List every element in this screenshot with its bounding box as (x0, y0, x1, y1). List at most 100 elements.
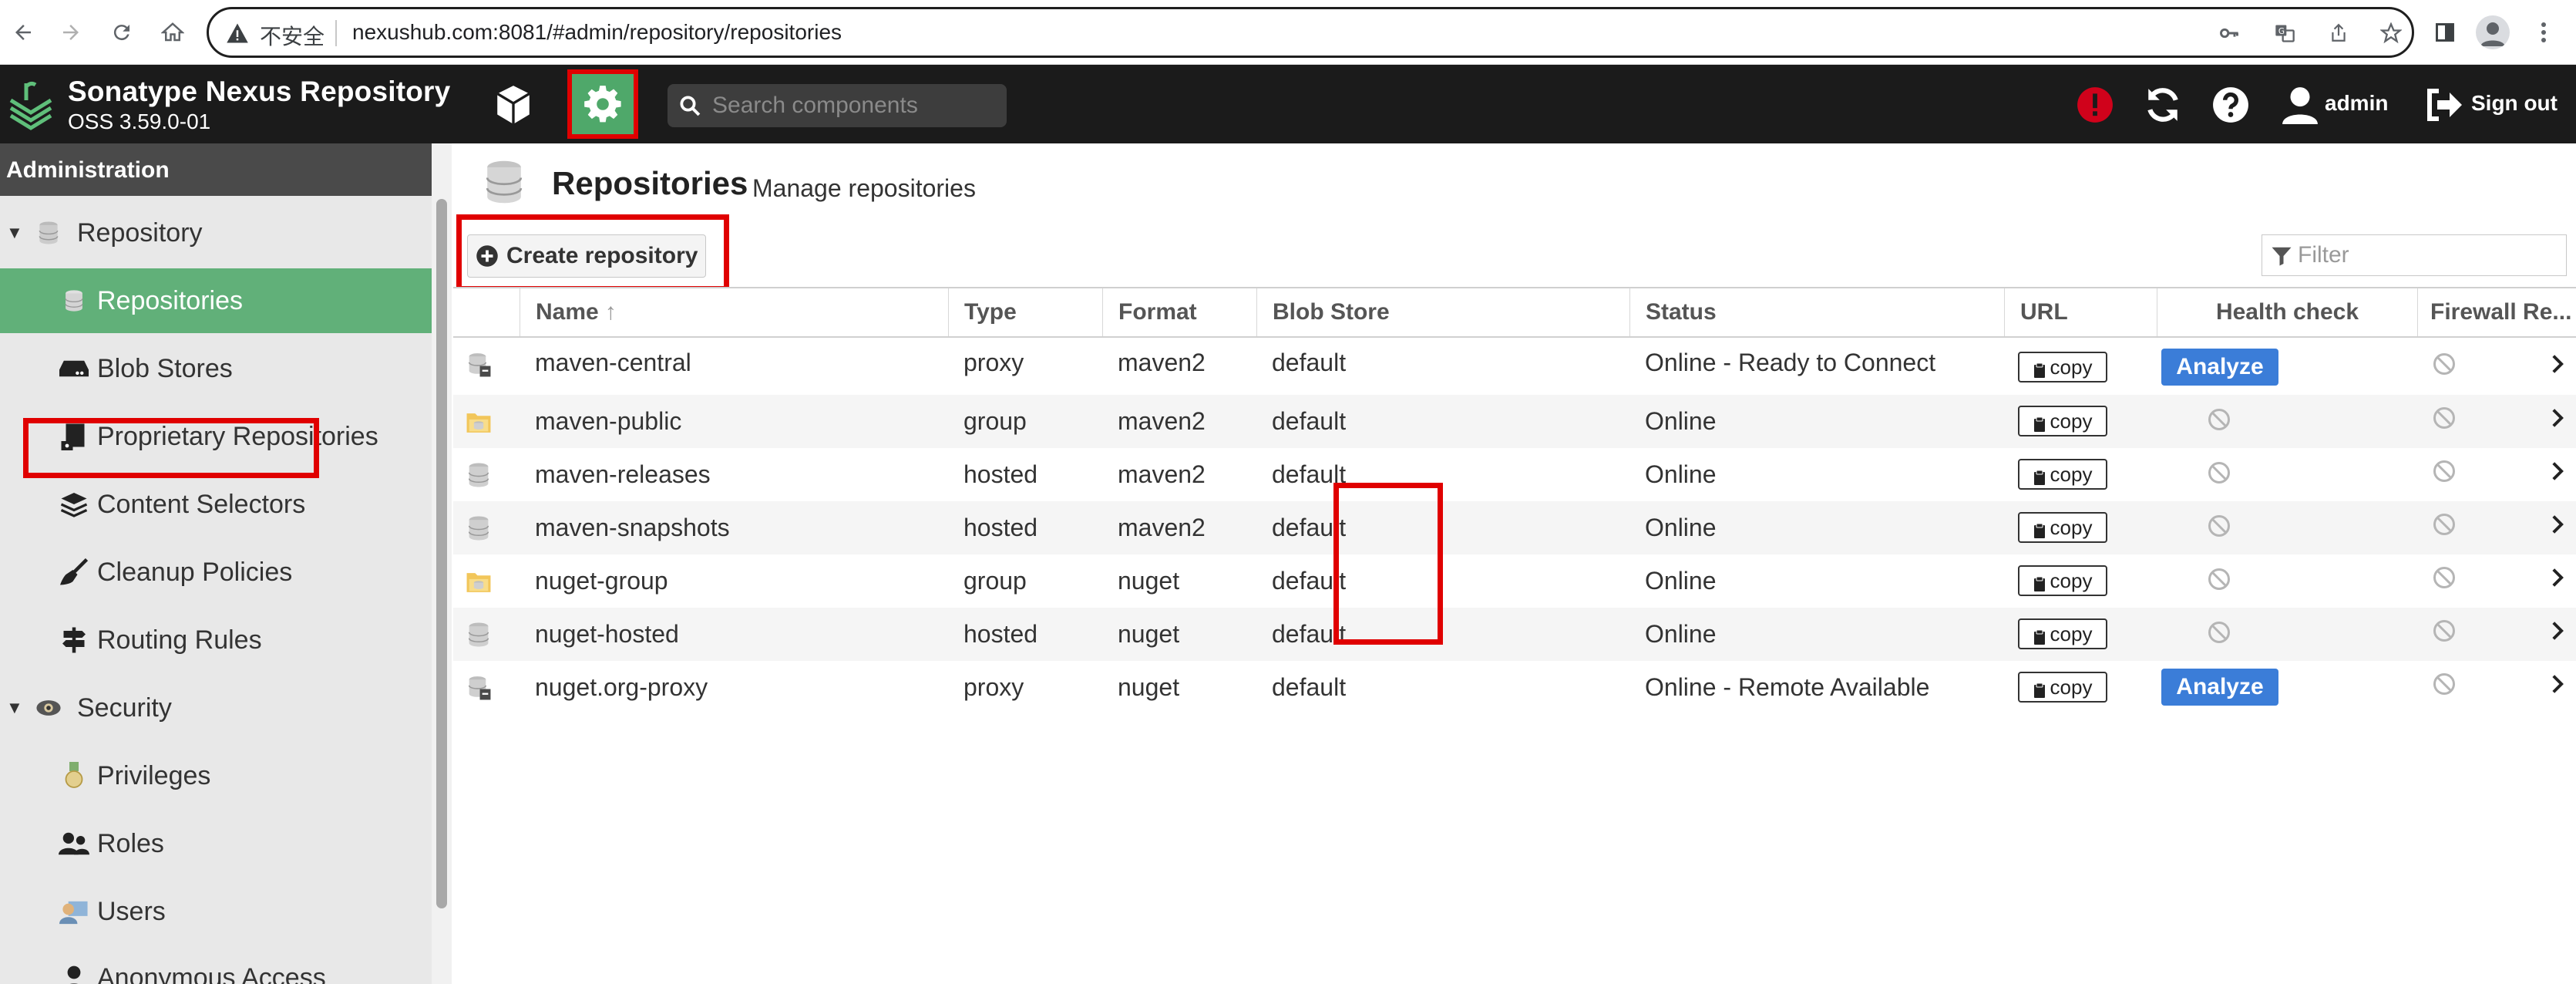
sidebar-item-users[interactable]: Users (0, 879, 432, 944)
caret-down-icon[interactable]: ▼ (6, 223, 23, 243)
sidebar-group-security[interactable]: ▼ Security (0, 677, 432, 739)
warning-icon[interactable] (226, 22, 249, 44)
sign-out-button[interactable]: Sign out (2471, 91, 2558, 116)
browse-cube-icon[interactable] (484, 80, 543, 130)
alert-icon[interactable] (2072, 82, 2118, 128)
user-icon[interactable] (2277, 82, 2323, 128)
header-icon-column (453, 288, 520, 336)
table-row[interactable]: nuget-hosted hosted nuget default Online copy (453, 608, 2576, 661)
help-icon[interactable] (2208, 82, 2254, 128)
address-bar[interactable]: 不安全 nexushub.com:8081/#admin/repository/… (207, 7, 2414, 58)
url-text[interactable]: nexushub.com:8081/#admin/repository/repo… (352, 20, 842, 45)
sidebar-item-routing-rules[interactable]: Routing Rules (0, 608, 432, 672)
repo-name-cell: maven-central (535, 348, 691, 376)
table-row[interactable]: maven-snapshots hosted maven2 default Online… (453, 501, 2576, 554)
repo-status-cell: Online (1645, 407, 1717, 435)
nexus-logo-icon[interactable] (6, 77, 55, 133)
key-icon[interactable] (2216, 20, 2242, 46)
refresh-icon[interactable] (2140, 82, 2186, 128)
reload-icon[interactable] (100, 11, 143, 54)
signpost-icon (59, 625, 89, 655)
admin-sidebar: Administration ▼ Repository Repositories… (0, 143, 432, 984)
chevron-right-icon[interactable] (2551, 568, 2570, 591)
sidebar-title: Administration (0, 143, 432, 196)
side-panel-icon[interactable] (2426, 14, 2463, 51)
copy-url-button[interactable]: copy (2018, 565, 2107, 596)
sidebar-item-cleanup-policies[interactable]: Cleanup Policies (0, 540, 432, 605)
brand-name: Sonatype Nexus Repository (68, 76, 451, 107)
repo-format-cell: maven2 (1118, 460, 1206, 488)
chevron-right-icon[interactable] (2551, 621, 2570, 644)
repo-status-cell: Online (1645, 620, 1717, 648)
sidebar-item-content-selectors[interactable]: Content Selectors (0, 472, 432, 537)
bookmark-star-icon[interactable] (2378, 20, 2404, 46)
table-row[interactable]: maven-central proxy maven2 default Online - … (453, 338, 2576, 395)
column-header-health-check[interactable]: Health check (2157, 288, 2417, 336)
profile-avatar-icon[interactable] (2476, 15, 2510, 49)
column-header-name[interactable]: Name ↑ (520, 288, 948, 336)
copy-url-button[interactable]: copy (2018, 406, 2107, 436)
chevron-right-icon[interactable] (2551, 354, 2570, 377)
create-repository-button[interactable]: Create repository (467, 234, 706, 278)
sidebar-scrollbar-thumb[interactable] (436, 199, 447, 908)
repo-name-cell: nuget-group (535, 567, 668, 595)
copy-label: copy (2050, 675, 2093, 699)
share-icon[interactable] (2325, 20, 2352, 46)
repo-status-cell: Online (1645, 460, 1717, 488)
copy-url-button[interactable]: copy (2018, 618, 2107, 649)
analyze-button[interactable]: Analyze (2161, 669, 2278, 706)
translate-icon[interactable]: G (2272, 20, 2298, 46)
column-header-label: Firewall Re... (2430, 299, 2572, 325)
clipboard-icon (2033, 573, 2046, 591)
back-arrow-icon[interactable] (2, 11, 45, 54)
table-row[interactable]: maven-public group maven2 default Online copy (453, 395, 2576, 448)
repo-type-cell: hosted (963, 620, 1038, 648)
search-box[interactable] (668, 84, 1007, 127)
chevron-right-icon[interactable] (2551, 674, 2570, 697)
sidebar-group-repository[interactable]: ▼ Repository (0, 202, 432, 264)
chevron-right-icon[interactable] (2551, 408, 2570, 431)
column-header-format[interactable]: Format (1102, 288, 1256, 336)
sort-ascending-icon[interactable]: ↑ (605, 299, 617, 325)
hosted-repository-icon (466, 515, 492, 541)
copy-label: copy (2050, 409, 2093, 433)
column-header-firewall[interactable]: Firewall Re... (2417, 288, 2576, 336)
column-header-label: Blob Store (1273, 299, 1390, 325)
chevron-right-icon[interactable] (2551, 461, 2570, 484)
copy-url-button[interactable]: copy (2018, 672, 2107, 703)
sidebar-item-repositories[interactable]: Repositories (0, 268, 432, 333)
sign-out-icon[interactable] (2420, 82, 2467, 128)
column-header-type[interactable]: Type (948, 288, 1102, 336)
search-input[interactable] (711, 90, 996, 121)
clipboard-icon (2033, 520, 2046, 538)
sidebar-item-roles[interactable]: Roles (0, 811, 432, 876)
copy-label: copy (2050, 622, 2093, 645)
sidebar-item-anonymous-access[interactable]: Anonymous Access (0, 945, 432, 984)
chevron-right-icon[interactable] (2551, 514, 2570, 537)
table-row[interactable]: nuget-group group nuget default Online copy (453, 554, 2576, 608)
home-icon[interactable] (151, 11, 194, 54)
not-available-icon (2208, 408, 2231, 431)
repo-type-cell: hosted (963, 460, 1038, 488)
copy-url-button[interactable]: copy (2018, 512, 2107, 543)
user-name[interactable]: admin (2325, 91, 2388, 116)
sidebar-item-privileges[interactable]: Privileges (0, 743, 432, 808)
admin-gear-icon[interactable] (567, 69, 638, 139)
copy-url-button[interactable]: copy (2018, 459, 2107, 490)
more-menu-icon[interactable] (2525, 14, 2562, 51)
column-header-url[interactable]: URL (2004, 288, 2157, 336)
filter-box[interactable] (2262, 234, 2567, 276)
table-row[interactable]: nuget.org-proxy proxy nuget default Online -… (453, 661, 2576, 714)
filter-input[interactable] (2296, 240, 2558, 271)
copy-url-button[interactable]: copy (2018, 352, 2107, 382)
sidebar-item-blob-stores[interactable]: Blob Stores (0, 336, 432, 401)
column-header-status[interactable]: Status (1629, 288, 2004, 336)
repo-format-cell: maven2 (1118, 514, 1206, 541)
column-header-blob-store[interactable]: Blob Store (1256, 288, 1629, 336)
repo-format-cell: maven2 (1118, 348, 1206, 376)
forward-arrow-icon[interactable] (49, 11, 92, 54)
repo-format-cell: maven2 (1118, 407, 1206, 435)
caret-down-icon[interactable]: ▼ (6, 698, 23, 718)
table-row[interactable]: maven-releases hosted maven2 default Online c… (453, 448, 2576, 501)
analyze-button[interactable]: Analyze (2161, 349, 2278, 386)
